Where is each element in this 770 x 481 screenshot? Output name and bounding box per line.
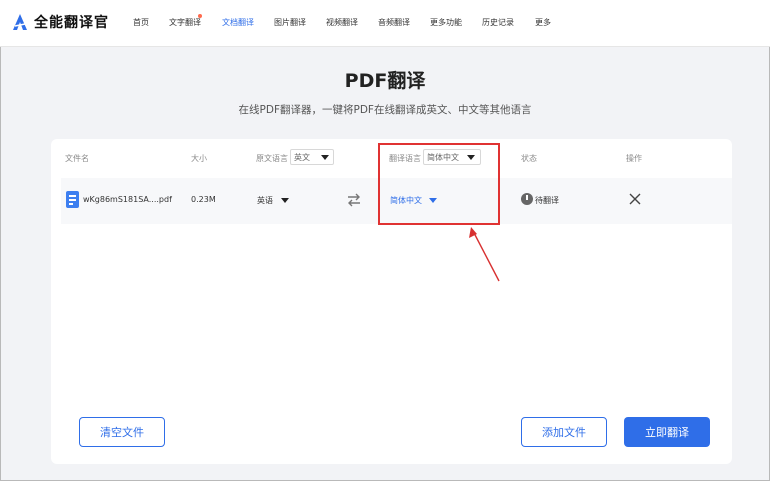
- highlight-box: [378, 143, 500, 225]
- nav-doc-translate[interactable]: 文档翻译: [222, 17, 254, 28]
- swap-languages-icon[interactable]: [346, 192, 362, 208]
- column-action: 操作: [626, 154, 642, 163]
- column-size: 大小: [191, 154, 207, 163]
- source-lang-batch-value: 英文: [294, 152, 310, 162]
- column-source-lang: 原文语言: [256, 154, 288, 163]
- page-subtitle: 在线PDF翻译器，一键将PDF在线翻译成英文、中文等其他语言: [238, 104, 532, 116]
- nav-history[interactable]: 历史记录: [482, 17, 514, 28]
- source-lang-batch-select[interactable]: 英文: [290, 149, 334, 165]
- column-status: 状态: [521, 154, 537, 163]
- pdf-file-icon: [66, 191, 79, 208]
- page-title: PDF翻译: [344, 70, 426, 92]
- brand-logo[interactable]: 全能翻译官: [12, 12, 109, 32]
- nav-text-translate[interactable]: 文字翻译: [169, 17, 201, 28]
- chevron-down-icon: [281, 198, 289, 203]
- brand-logo-icon: [13, 14, 27, 30]
- brand-name: 全能翻译官: [34, 15, 109, 31]
- translate-now-button[interactable]: 立即翻译: [624, 417, 710, 447]
- nav-audio-translate[interactable]: 音频翻译: [378, 17, 410, 28]
- nav-home[interactable]: 首页: [133, 17, 149, 28]
- clear-files-button[interactable]: 清空文件: [79, 417, 165, 447]
- close-icon[interactable]: [629, 193, 641, 205]
- file-size: 0.23M: [191, 195, 216, 204]
- nav-video-translate[interactable]: 视频翻译: [326, 17, 358, 28]
- source-lang-select[interactable]: 英语: [257, 195, 297, 207]
- nav-more-features[interactable]: 更多功能: [430, 17, 462, 28]
- add-file-button[interactable]: 添加文件: [521, 417, 607, 447]
- column-file-name: 文件名: [65, 154, 89, 163]
- source-lang-value: 英语: [257, 196, 273, 205]
- nav-image-translate[interactable]: 图片翻译: [274, 17, 306, 28]
- chevron-down-icon: [321, 155, 329, 160]
- top-header: 全能翻译官 首页 文字翻译 文档翻译 图片翻译 视频翻译 音频翻译 更多功能 历…: [0, 0, 770, 47]
- new-badge-dot: [198, 14, 202, 18]
- file-name: wKg86mS181SA....pdf: [83, 195, 172, 204]
- nav-more[interactable]: 更多: [535, 17, 551, 28]
- clock-icon: [521, 193, 533, 205]
- status-text: 待翻译: [535, 196, 559, 205]
